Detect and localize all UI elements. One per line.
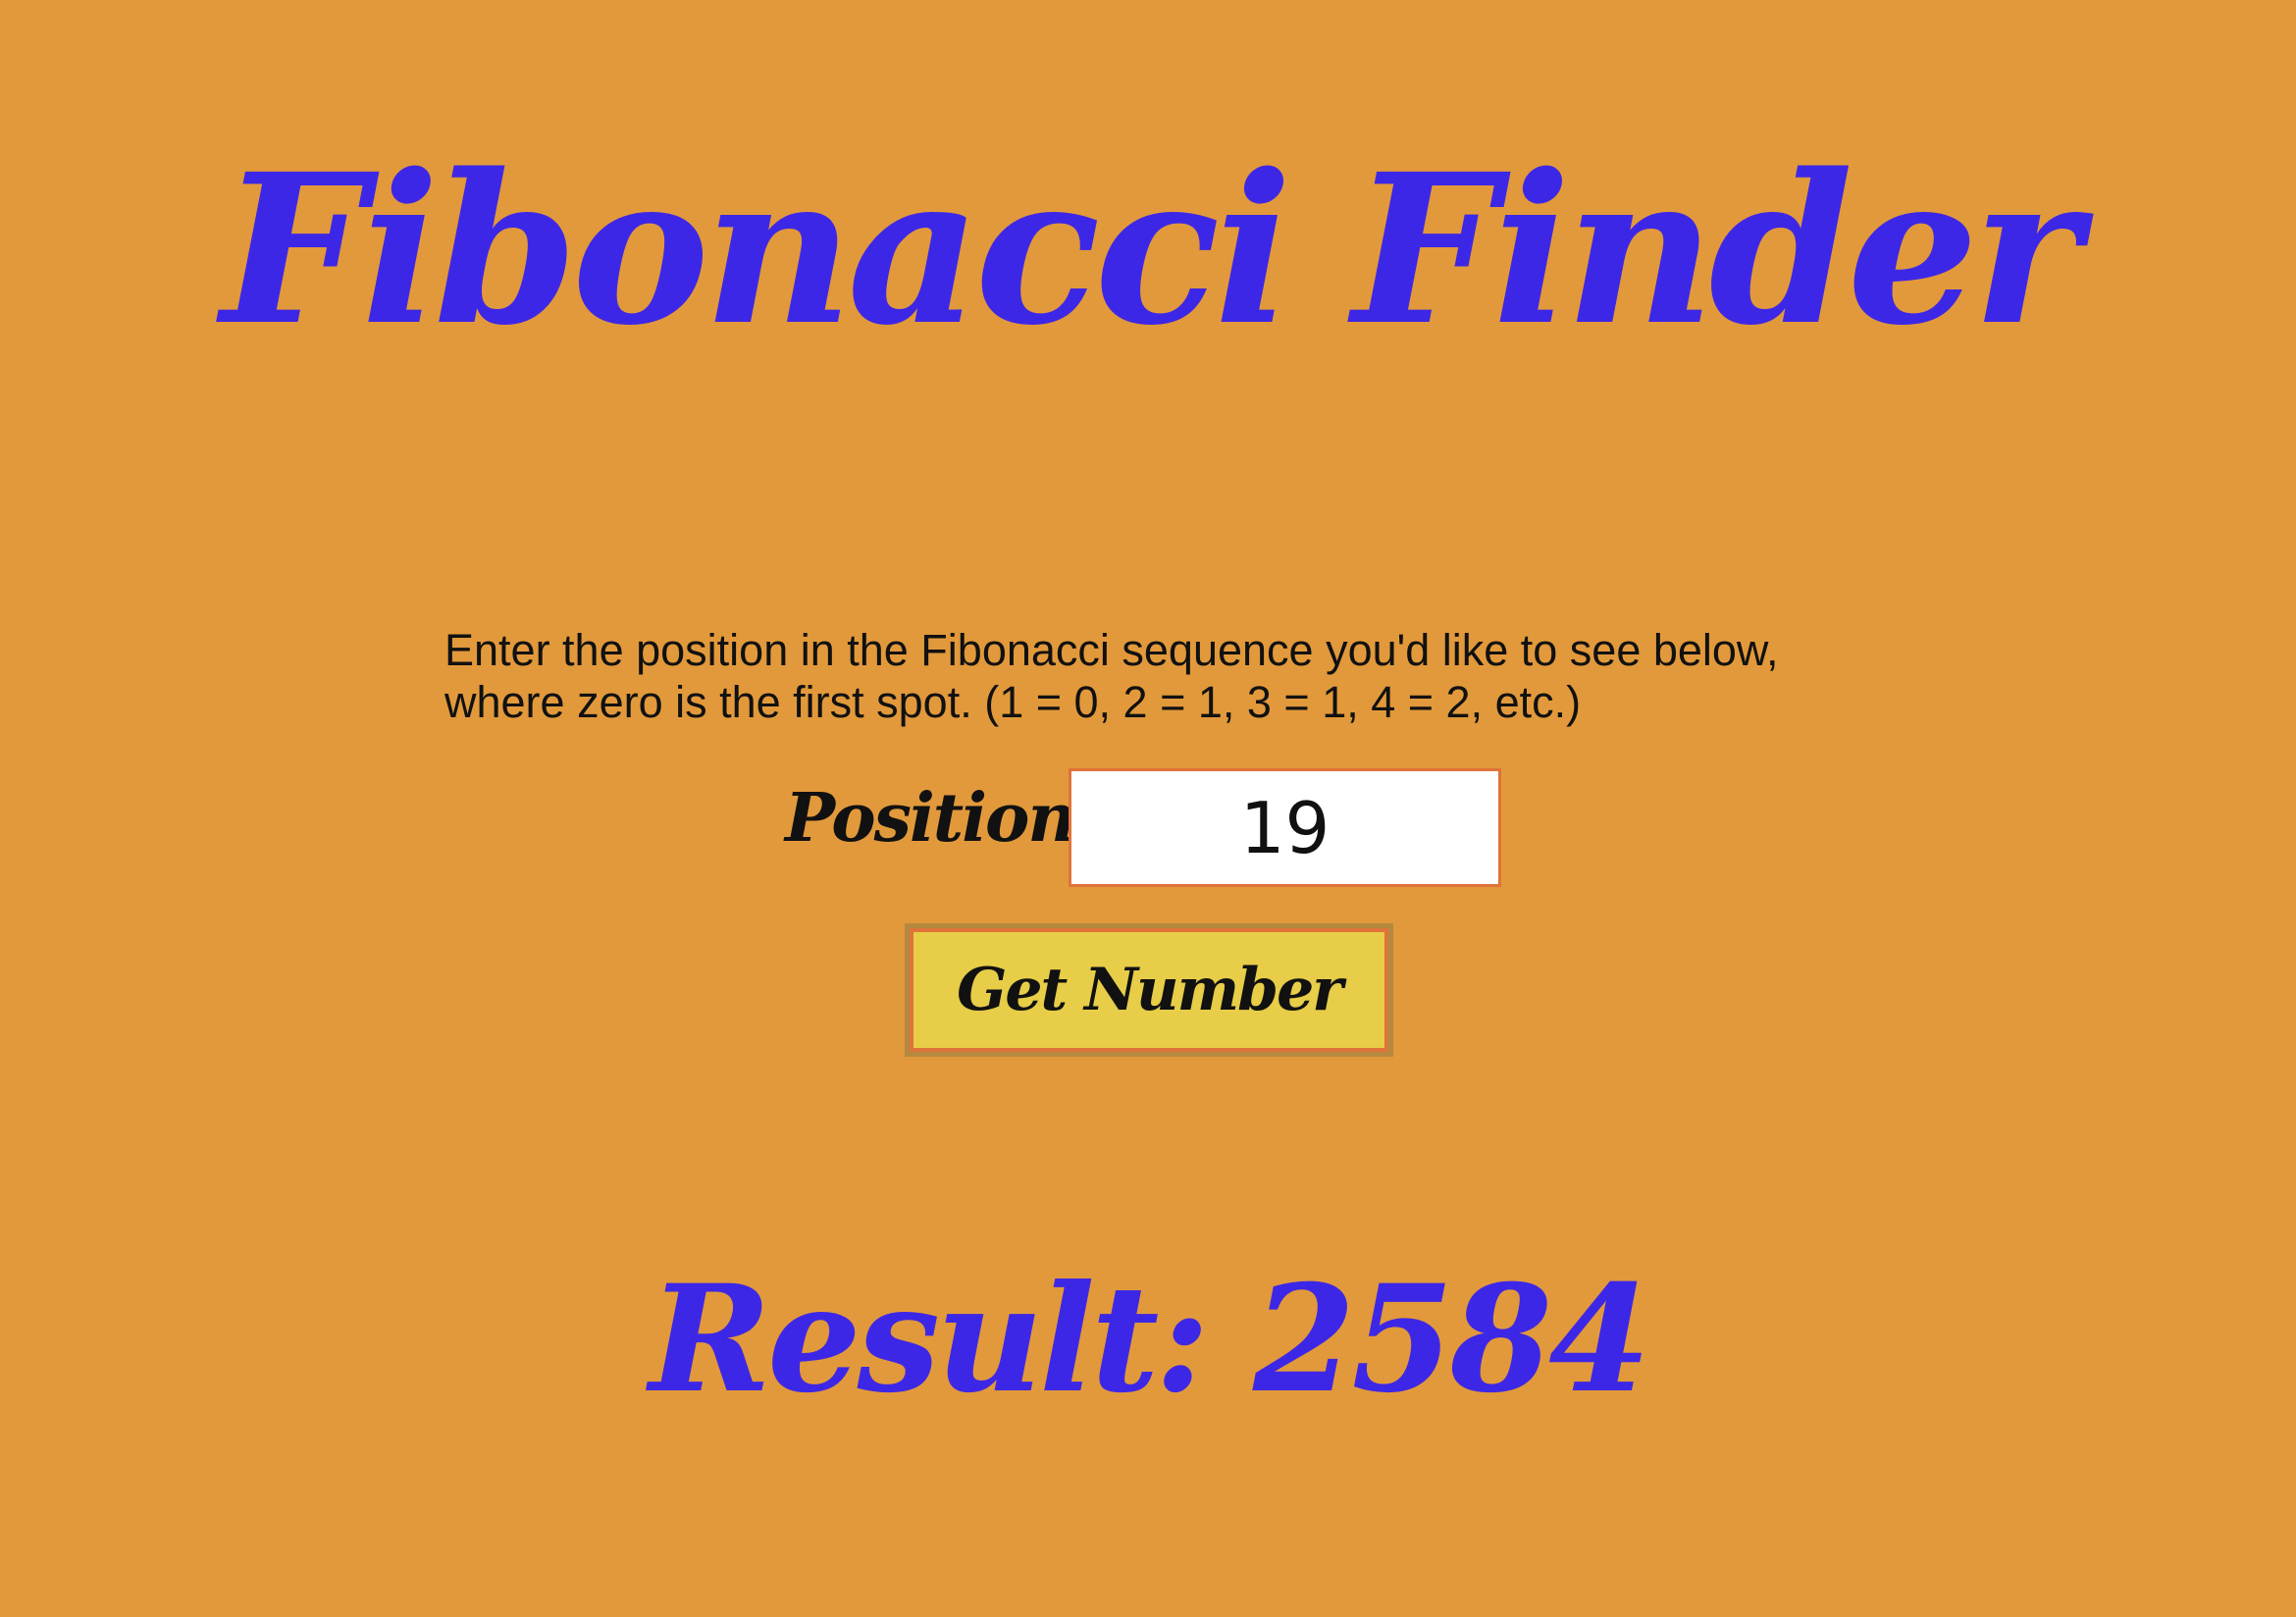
page-title: Fibonacci Finder [221, 129, 2081, 371]
instructions-line-1: Enter the position in the Fibonacci sequ… [444, 625, 1779, 675]
position-label: Position: [785, 779, 1099, 858]
result-text: Result: 2584 [649, 1253, 1651, 1426]
instructions-line-2: where zero is the first spot. (1 = 0, 2 … [444, 677, 1582, 727]
position-input[interactable] [1069, 768, 1501, 887]
fibonacci-page: Fibonacci Finder Enter the position in t… [0, 0, 2296, 1617]
get-number-button[interactable]: Get Number [910, 928, 1388, 1052]
instructions-text: Enter the position in the Fibonacci sequ… [444, 624, 1877, 728]
